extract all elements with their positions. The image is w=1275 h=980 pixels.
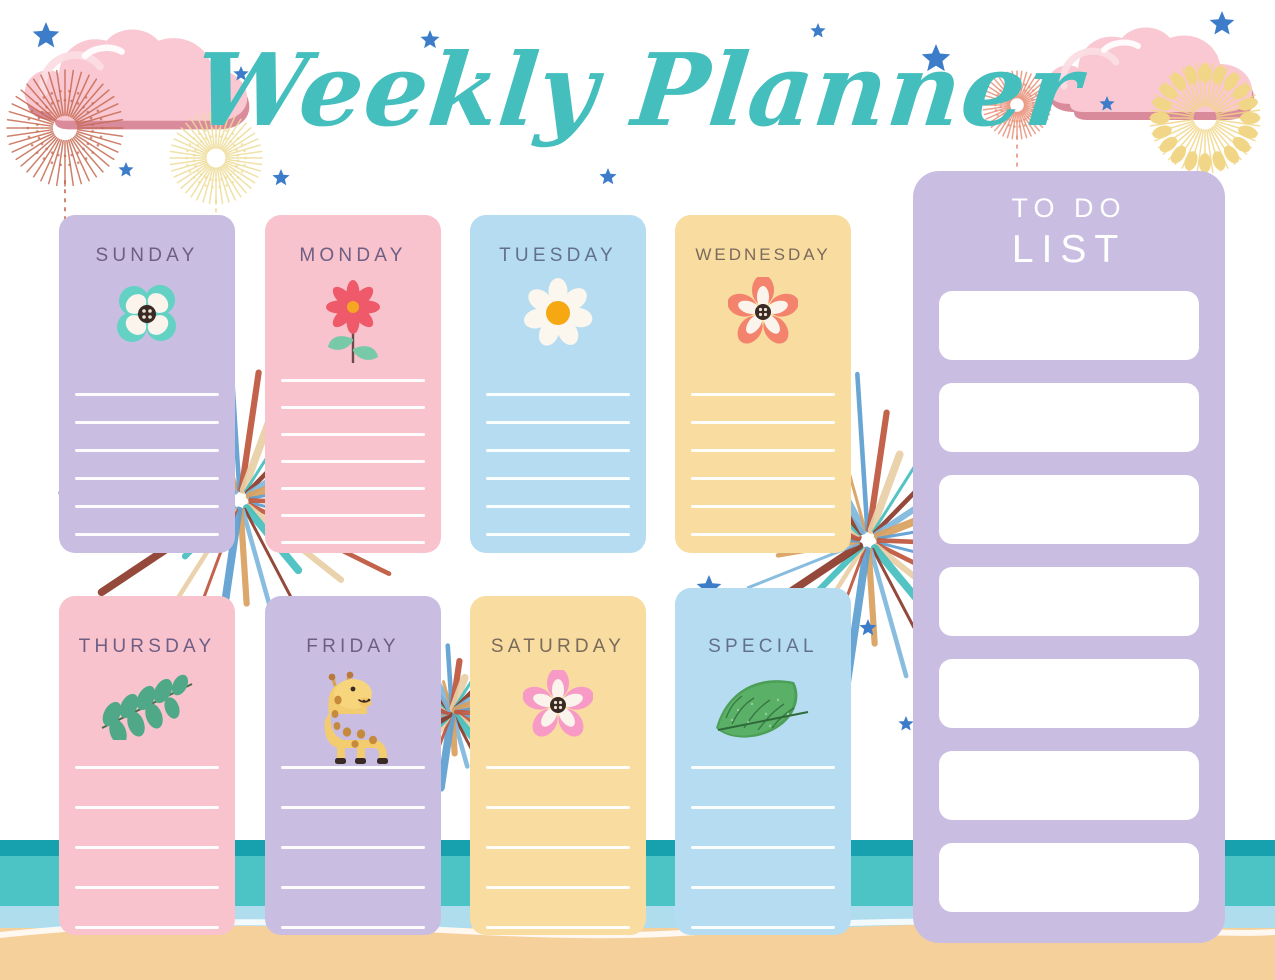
writing-line[interactable] [486, 806, 630, 809]
writing-line[interactable] [691, 449, 835, 452]
day-label: MONDAY [299, 245, 407, 266]
todo-heading-line1: TO DO [1011, 193, 1127, 223]
writing-lines[interactable] [59, 766, 235, 935]
writing-line[interactable] [486, 449, 630, 452]
writing-line[interactable] [691, 505, 835, 508]
writing-line[interactable] [486, 505, 630, 508]
todo-item-box[interactable] [939, 475, 1199, 544]
giraffe-icon [311, 670, 395, 775]
day-card-wednesday[interactable]: WEDNESDAY [675, 215, 851, 553]
writing-line[interactable] [691, 886, 835, 889]
writing-line[interactable] [75, 766, 219, 769]
star-icon [272, 169, 290, 186]
writing-line[interactable] [486, 926, 630, 929]
writing-lines[interactable] [675, 393, 851, 553]
writing-line[interactable] [691, 477, 835, 480]
writing-line[interactable] [691, 806, 835, 809]
day-label: TUESDAY [499, 245, 617, 266]
writing-line[interactable] [75, 505, 219, 508]
page-title-wrap: Weekly Planner [0, 31, 1275, 149]
day-label: SUNDAY [95, 245, 199, 266]
writing-line[interactable] [75, 421, 219, 424]
writing-line[interactable] [281, 766, 425, 769]
todo-item-box[interactable] [939, 751, 1199, 820]
writing-lines[interactable] [470, 766, 646, 935]
star-icon [1209, 11, 1235, 35]
star-icon [859, 619, 877, 636]
writing-line[interactable] [486, 421, 630, 424]
writing-line[interactable] [281, 846, 425, 849]
writing-line[interactable] [281, 514, 425, 517]
writing-line[interactable] [691, 421, 835, 424]
writing-line[interactable] [486, 886, 630, 889]
writing-line[interactable] [75, 393, 219, 396]
writing-lines[interactable] [675, 766, 851, 935]
todo-item-box[interactable] [939, 383, 1199, 452]
todo-item-box[interactable] [939, 291, 1199, 360]
writing-line[interactable] [281, 406, 425, 409]
day-label: SATURDAY [490, 636, 626, 657]
writing-line[interactable] [691, 766, 835, 769]
writing-line[interactable] [281, 886, 425, 889]
writing-line[interactable] [281, 806, 425, 809]
day-label: THURSDAY [78, 636, 216, 657]
teal-white-flower-icon [110, 277, 184, 356]
todo-item-box[interactable] [939, 659, 1199, 728]
writing-line[interactable] [281, 460, 425, 463]
day-card-tuesday[interactable]: TUESDAY [470, 215, 646, 553]
writing-line[interactable] [75, 806, 219, 809]
todo-item-box[interactable] [939, 567, 1199, 636]
page-title: Weekly Planner [188, 31, 1087, 149]
day-card-saturday[interactable]: SATURDAY [470, 596, 646, 935]
writing-line[interactable] [75, 846, 219, 849]
writing-line[interactable] [281, 379, 425, 382]
white-daisy-orange-center-icon [522, 277, 594, 354]
writing-line[interactable] [691, 926, 835, 929]
writing-line[interactable] [691, 846, 835, 849]
writing-line[interactable] [691, 393, 835, 396]
writing-line[interactable] [486, 846, 630, 849]
day-card-sunday[interactable]: SUNDAY [59, 215, 235, 553]
day-label: SPECIAL [708, 636, 818, 657]
writing-line[interactable] [75, 926, 219, 929]
writing-line[interactable] [486, 393, 630, 396]
writing-line[interactable] [75, 477, 219, 480]
coral-white-flower-icon [727, 275, 799, 352]
green-leaf-branch-icon [92, 670, 202, 745]
writing-line[interactable] [75, 449, 219, 452]
writing-lines[interactable] [59, 393, 235, 553]
star-icon [118, 162, 134, 177]
day-card-monday[interactable]: MONDAY [265, 215, 441, 553]
writing-lines[interactable] [265, 379, 441, 553]
star-icon [599, 168, 617, 185]
writing-line[interactable] [75, 533, 219, 536]
todo-item-box[interactable] [939, 843, 1199, 912]
writing-line[interactable] [691, 533, 835, 536]
todo-heading-line2: LIST [1011, 228, 1127, 271]
writing-lines[interactable] [470, 393, 646, 553]
writing-line[interactable] [486, 477, 630, 480]
red-daisy-flower-icon [316, 277, 390, 372]
writing-line[interactable] [281, 433, 425, 436]
writing-line[interactable] [75, 886, 219, 889]
writing-line[interactable] [281, 487, 425, 490]
pink-white-flower-icon [522, 668, 594, 745]
day-card-special[interactable]: SPECIAL [675, 588, 851, 935]
day-card-thursday[interactable]: THURSDAY [59, 596, 235, 935]
star-icon [898, 716, 914, 731]
todo-boxes [939, 291, 1199, 935]
writing-line[interactable] [486, 766, 630, 769]
green-leaf-icon [708, 670, 818, 749]
day-card-friday[interactable]: FRIDAY [265, 596, 441, 935]
writing-line[interactable] [281, 926, 425, 929]
writing-line[interactable] [281, 541, 425, 544]
writing-line[interactable] [486, 533, 630, 536]
day-label: FRIDAY [306, 636, 400, 657]
day-label: WEDNESDAY [695, 245, 831, 264]
weekly-planner-page: Weekly Planner SUNDAY MONDAY TUESDAY WED… [0, 0, 1275, 980]
writing-lines[interactable] [265, 766, 441, 935]
todo-list-panel: TO DO LIST [913, 171, 1225, 943]
